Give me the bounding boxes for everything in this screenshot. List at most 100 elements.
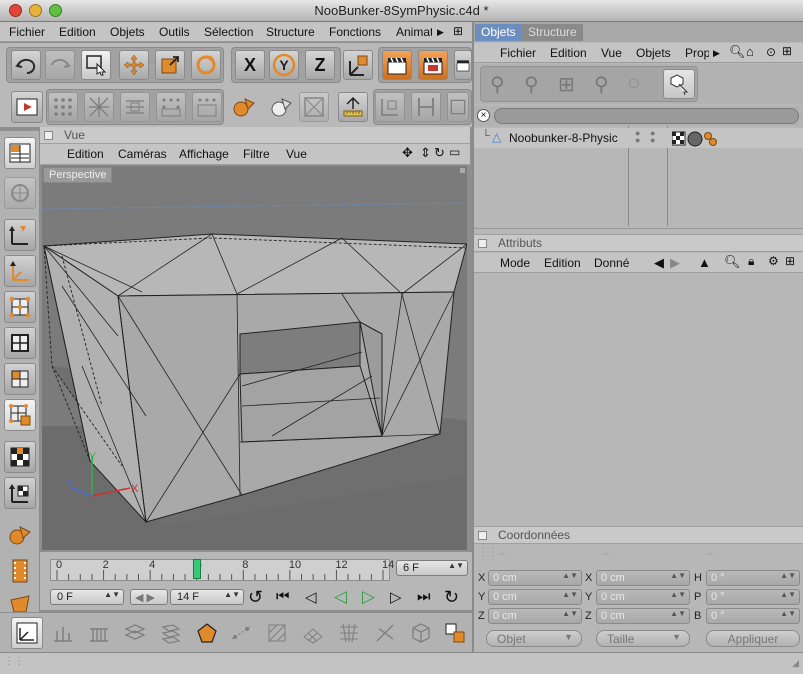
scatter-tool-button[interactable]: [4, 177, 36, 209]
objects-menu-prop[interactable]: Prop: [685, 46, 709, 60]
viewport-menu-filtre[interactable]: Filtre: [243, 147, 270, 161]
snap-grid-button[interactable]: [375, 92, 405, 122]
move-tool-button[interactable]: [119, 50, 149, 80]
size-y-field[interactable]: 0 cm ▲▼: [596, 589, 690, 605]
object-tags[interactable]: [672, 131, 722, 147]
workplane-button[interactable]: [338, 92, 368, 122]
apply-button[interactable]: Appliquer: [706, 630, 800, 647]
polygons-mode-button[interactable]: [120, 92, 150, 122]
viewport-maximize-icon[interactable]: ▭: [449, 145, 460, 159]
layout-view-button[interactable]: [4, 137, 36, 169]
objects-menu-edition[interactable]: Edition: [550, 46, 587, 60]
undo-button[interactable]: [11, 50, 41, 80]
scale-tool-button[interactable]: [155, 50, 185, 80]
start-frame-field[interactable]: 0 F ▲▼: [50, 589, 124, 605]
pos-z-field[interactable]: 0 cm ▲▼: [488, 608, 582, 624]
autokey-button[interactable]: [192, 618, 222, 648]
menu-structure[interactable]: Structure: [266, 25, 315, 39]
keyframe-selection-button[interactable]: [226, 618, 256, 648]
play-backward-icon[interactable]: ◁: [334, 587, 347, 607]
attributes-settings-icon[interactable]: ⚙︎: [768, 254, 779, 268]
points-mode-button[interactable]: [48, 92, 78, 122]
attributes-menu-donnees[interactable]: Donné: [594, 256, 632, 270]
menu-more-arrow-icon[interactable]: ▶: [437, 27, 444, 38]
drag-handle-icon[interactable]: ⋮⋮: [478, 547, 498, 558]
world-axis-button[interactable]: [4, 255, 36, 287]
coordinate-system-button[interactable]: [343, 50, 373, 80]
animation-preview-button[interactable]: [11, 91, 43, 123]
object-select-cursor-button[interactable]: [663, 69, 695, 99]
objects-menu-vue[interactable]: Vue: [601, 46, 622, 60]
object-search-input[interactable]: [494, 108, 799, 124]
y-axis-lock-button[interactable]: Y: [269, 50, 299, 80]
viewport-rotate-icon[interactable]: ↻: [434, 145, 445, 161]
viewport-pan-icon[interactable]: ✥: [402, 145, 413, 161]
objects-eye-icon[interactable]: ⊙: [766, 45, 776, 59]
model-select-button[interactable]: [4, 399, 36, 431]
snap-more-button[interactable]: [447, 92, 469, 122]
loop-back-icon[interactable]: ↺: [248, 587, 263, 608]
filter-person-icon[interactable]: ⚲: [490, 72, 505, 97]
menu-fonctions[interactable]: Fonctions: [329, 25, 381, 39]
back-arrow-icon[interactable]: ◀: [654, 255, 664, 271]
viewport-zoom-icon[interactable]: ⇕: [420, 145, 431, 161]
menu-edition[interactable]: Edition: [59, 25, 96, 39]
filter-persons-icon[interactable]: ⚲: [524, 72, 539, 97]
record-rotation-button[interactable]: [48, 618, 78, 648]
record-param-button[interactable]: [120, 618, 150, 648]
texture-axis-button[interactable]: [4, 477, 36, 509]
render-picture-viewer-button[interactable]: [418, 50, 448, 80]
max-frame-field[interactable]: 14 F ▲▼: [170, 589, 244, 605]
loop-icon[interactable]: ↻: [444, 587, 459, 608]
menu-objets[interactable]: Objets: [110, 25, 145, 39]
rot-h-field[interactable]: 0 ° ▲▼: [706, 570, 800, 586]
viewport-corner-handle[interactable]: [460, 168, 465, 173]
motion-path-button[interactable]: [298, 618, 328, 648]
viewport-menu-edition[interactable]: Edition: [67, 147, 104, 161]
timeline-ruler[interactable]: 02468101214: [50, 559, 394, 581]
rotate-tool-button[interactable]: [191, 50, 221, 80]
attributes-menu-mode[interactable]: Mode: [500, 256, 530, 270]
forward-arrow-icon[interactable]: ▶: [670, 255, 680, 271]
coordinate-mode-dropdown[interactable]: Objet ▼: [486, 630, 582, 647]
tab-structure[interactable]: Structure: [522, 24, 583, 41]
attributes-menu-edition[interactable]: Edition: [544, 256, 581, 270]
clear-search-icon[interactable]: ×: [477, 109, 490, 122]
layout-grid-icon[interactable]: ⊞: [453, 24, 463, 38]
filter-circle-icon[interactable]: ◌: [628, 72, 640, 95]
list-item[interactable]: └ △ Noobunker-8-Physic ● ● ● ●: [474, 128, 803, 148]
rot-p-field[interactable]: 0 ° ▲▼: [706, 589, 800, 605]
timeline-playhead[interactable]: [192, 559, 201, 579]
play-forward-icon[interactable]: ▷: [362, 587, 375, 607]
viewport-menu-affichage[interactable]: Affichage: [179, 147, 229, 161]
deformer-button[interactable]: [4, 591, 36, 613]
render-dots-icon[interactable]: ● ●: [650, 129, 655, 145]
resize-grip-icon[interactable]: ◢: [792, 658, 799, 669]
pos-y-field[interactable]: 0 cm ▲▼: [488, 589, 582, 605]
object-axis-mode-button[interactable]: [266, 92, 296, 122]
attributes-search-icon[interactable]: 🔍︎: [724, 254, 741, 270]
filter-grid-icon[interactable]: ⊞: [558, 72, 575, 97]
snap-bars-button[interactable]: [411, 92, 441, 122]
cube-tool-button[interactable]: [406, 618, 436, 648]
menu-outils[interactable]: Outils: [159, 25, 190, 39]
polygons-select-button[interactable]: [4, 363, 36, 395]
selection-tool-button[interactable]: [81, 50, 111, 80]
objects-menu-objets[interactable]: Objets: [636, 46, 671, 60]
rot-b-field[interactable]: 0 ° ▲▼: [706, 608, 800, 624]
menu-animation[interactable]: Animat: [396, 25, 432, 39]
attributes-panel-checkbox[interactable]: [478, 239, 487, 248]
tweak-mode-button[interactable]: [4, 519, 36, 551]
size-z-field[interactable]: 0 cm ▲▼: [596, 608, 690, 624]
previous-key-icon[interactable]: ◁: [305, 588, 317, 606]
next-key-icon[interactable]: ▷: [390, 588, 402, 606]
size-mode-dropdown[interactable]: Taille ▼: [596, 630, 690, 647]
uv-polygons-button[interactable]: [192, 92, 222, 122]
texture-mode-button[interactable]: [299, 92, 329, 122]
pla-button[interactable]: [262, 618, 292, 648]
up-arrow-icon[interactable]: ▲: [698, 255, 711, 270]
redo-button[interactable]: [45, 50, 75, 80]
spline-tool-button[interactable]: [370, 618, 400, 648]
attributes-new-window-icon[interactable]: ⊞: [785, 254, 795, 268]
timeline-toggle-button[interactable]: [4, 555, 36, 587]
